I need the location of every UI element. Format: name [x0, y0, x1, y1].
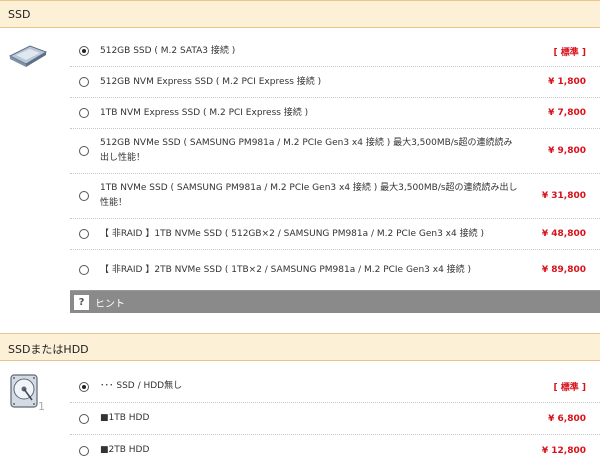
hdd-option[interactable]: ･･･ SSD / HDD無し [ 標準 ] — [70, 371, 600, 403]
ssd-option[interactable]: 【 非RAID 】2TB NVMe SSD ( 1TB×2 / SAMSUNG … — [70, 250, 600, 291]
section-title: SSD — [8, 8, 31, 21]
hdd-option[interactable]: ■2TB HDD ¥ 12,800 — [70, 435, 600, 460]
option-price: ¥ 48,800 — [541, 229, 586, 239]
ssd-drive-icon — [8, 45, 48, 67]
option-price: ¥ 12,800 — [541, 445, 586, 456]
option-price: ¥ 89,800 — [541, 265, 586, 275]
ssd-option[interactable]: 512GB SSD ( M.2 SATA3 接続 ) [ 標準 ] — [70, 36, 600, 67]
ssd-option-list: 512GB SSD ( M.2 SATA3 接続 ) [ 標準 ] 512GB … — [70, 36, 600, 291]
hdd-drive-icon — [10, 374, 38, 408]
radio-button[interactable] — [79, 445, 89, 456]
radio-button[interactable] — [79, 191, 89, 201]
radio-button[interactable] — [79, 229, 89, 239]
option-label: 【 非RAID 】1TB NVMe SSD ( 512GB×2 / SAMSUN… — [100, 228, 484, 239]
option-price: [ 標準 ] — [553, 383, 587, 393]
option-label: 512GB SSD ( M.2 SATA3 接続 ) — [100, 45, 236, 56]
option-price: [ 標準 ] — [553, 47, 587, 58]
option-label: ■1TB HDD — [100, 413, 150, 423]
section-header-hdd: SSDまたはHDD — [0, 333, 600, 361]
question-icon: ? — [74, 294, 89, 310]
ssd-option[interactable]: 1TB NVM Express SSD ( M.2 PCI Express 接続… — [70, 98, 600, 129]
option-label: 512GB NVM Express SSD ( M.2 PCI Express … — [100, 76, 322, 87]
option-price: ¥ 1,800 — [548, 77, 586, 87]
radio-button[interactable] — [79, 265, 89, 275]
radio-button-selected[interactable] — [79, 46, 89, 56]
option-label: 【 非RAID 】2TB NVMe SSD ( 1TB×2 / SAMSUNG … — [100, 264, 472, 275]
option-label: 512GB NVMe SSD ( SAMSUNG PM981a / M.2 PC… — [100, 138, 513, 163]
option-label: ･･･ SSD / HDD無し — [100, 381, 183, 391]
ssd-option[interactable]: 1TB NVMe SSD ( SAMSUNG PM981a / M.2 PCIe… — [70, 174, 600, 219]
hdd-option-list: ･･･ SSD / HDD無し [ 標準 ] ■1TB HDD ¥ 6,800 … — [70, 371, 600, 460]
section-header-ssd: SSD — [0, 0, 600, 28]
option-price: ¥ 7,800 — [548, 108, 586, 118]
radio-button[interactable] — [79, 413, 89, 424]
hdd-option[interactable]: ■1TB HDD ¥ 6,800 — [70, 403, 600, 435]
radio-button[interactable] — [79, 146, 89, 156]
hint-label: ヒント — [95, 298, 125, 310]
option-label: 1TB NVM Express SSD ( M.2 PCI Express 接続… — [100, 107, 309, 118]
drive-count-number: 1 — [38, 400, 45, 413]
radio-button[interactable] — [79, 77, 89, 87]
ssd-option[interactable]: 512GB NVM Express SSD ( M.2 PCI Express … — [70, 67, 600, 98]
option-label: 1TB NVMe SSD ( SAMSUNG PM981a / M.2 PCIe… — [100, 183, 518, 208]
option-label: ■2TB HDD — [100, 445, 150, 455]
option-price: ¥ 6,800 — [548, 413, 586, 424]
section-title: SSDまたはHDD — [8, 343, 89, 356]
option-price: ¥ 9,800 — [548, 146, 586, 156]
radio-button-selected[interactable] — [79, 381, 89, 392]
hint-bar[interactable]: ? ヒント — [70, 290, 600, 313]
ssd-option[interactable]: 【 非RAID 】1TB NVMe SSD ( 512GB×2 / SAMSUN… — [70, 219, 600, 250]
ssd-option[interactable]: 512GB NVMe SSD ( SAMSUNG PM981a / M.2 PC… — [70, 129, 600, 174]
radio-button[interactable] — [79, 108, 89, 118]
option-price: ¥ 31,800 — [541, 191, 586, 201]
